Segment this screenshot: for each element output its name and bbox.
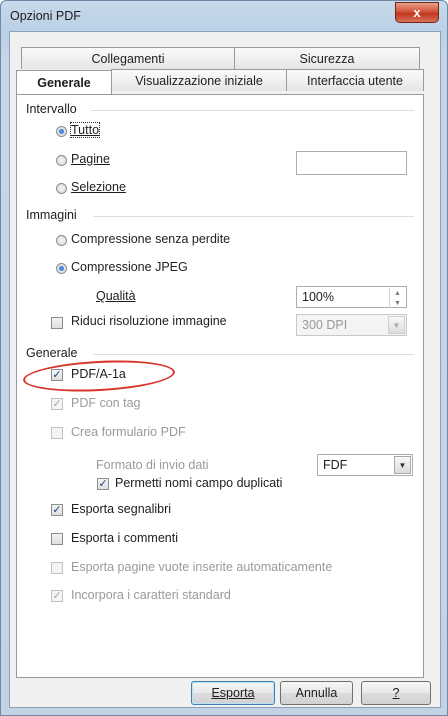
tab-sicurezza[interactable]: Sicurezza [234,47,420,69]
embed-fonts-label[interactable]: Incorpora i caratteri standard [71,588,231,602]
tab-label: Sicurezza [299,51,355,66]
tab-visualizzazione-iniziale[interactable]: Visualizzazione iniziale [111,69,287,91]
dup-names-label[interactable]: Permetti nomi campo duplicati [115,476,282,490]
radio-lossless-label[interactable]: Compressione senza perdite [71,232,230,246]
pages-input[interactable] [296,151,407,175]
create-form-label[interactable]: Crea formulario PDF [71,425,186,439]
close-icon: x [413,5,421,20]
export-bookmarks-label[interactable]: Esporta segnalibri [71,502,171,516]
export-comments-label[interactable]: Esporta i commenti [71,531,178,545]
embed-fonts-checkbox[interactable]: ✓ [51,590,63,602]
radio-jpeg[interactable] [56,263,67,274]
tab-generale[interactable]: Generale [16,70,112,94]
section-generale-header: Generale [26,346,78,360]
reduce-resolution-label[interactable]: Riduci risoluzione immagine [71,314,227,328]
radio-pagine-label[interactable]: Pagine [71,152,110,166]
dropdown-arrow-icon[interactable]: ▼ [394,456,411,474]
quality-spinbox[interactable]: 100% ▲ ▼ [296,286,407,308]
window-title: Opzioni PDF [10,9,81,23]
section-divider [93,216,414,217]
tab-label: Visualizzazione iniziale [135,73,263,88]
reduce-resolution-checkbox[interactable] [51,317,63,329]
submit-format-label: Formato di invio dati [96,458,209,472]
export-button-label: Esporta [211,686,255,700]
export-blank-pages-checkbox[interactable] [51,562,63,574]
tab-label: Generale [37,75,91,90]
export-blank-pages-label[interactable]: Esporta pagine vuote inserite automatica… [71,560,332,574]
create-form-checkbox[interactable] [51,427,63,439]
section-immagini-header: Immagini [26,208,77,222]
close-button[interactable]: x [395,2,439,23]
help-button[interactable]: ? [361,681,431,705]
tagged-pdf-checkbox[interactable]: ✓ [51,398,63,410]
section-divider [91,110,414,111]
export-button[interactable]: Esporta [191,681,275,705]
submit-format-value: FDF [323,458,348,472]
dpi-value: 300 DPI [302,318,348,332]
dpi-select[interactable]: 300 DPI ▼ [296,314,407,336]
radio-selezione[interactable] [56,183,67,194]
submit-format-select[interactable]: FDF ▼ [317,454,413,476]
export-bookmarks-checkbox[interactable]: ✓ [51,504,63,516]
cancel-button-label: Annulla [295,686,338,700]
export-comments-checkbox[interactable] [51,533,63,545]
radio-lossless[interactable] [56,235,67,246]
section-intervallo-header: Intervallo [26,102,77,116]
radio-selezione-label[interactable]: Selezione [71,180,126,194]
dup-names-checkbox[interactable]: ✓ [97,478,109,490]
title-bar: Opzioni PDF x [1,1,447,31]
tab-collegamenti[interactable]: Collegamenti [21,47,235,69]
cancel-button[interactable]: Annulla [280,681,353,705]
section-divider [93,354,414,355]
dropdown-arrow-icon[interactable]: ▼ [388,316,405,334]
radio-tutto[interactable] [56,126,67,137]
pdf-options-dialog: Opzioni PDF x Collegamenti Sicurezza Gen… [0,0,448,716]
radio-pagine[interactable] [56,155,67,166]
tab-interfaccia-utente[interactable]: Interfaccia utente [286,69,424,91]
quality-value: 100% [302,290,334,304]
tagged-pdf-label[interactable]: PDF con tag [71,396,140,410]
radio-jpeg-label[interactable]: Compressione JPEG [71,260,188,274]
quality-label: Qualità [96,289,136,303]
radio-tutto-label[interactable]: Tutto [69,122,101,138]
tab-label: Collegamenti [91,51,165,66]
tab-label: Interfaccia utente [307,73,403,88]
spin-arrows-icon[interactable]: ▲ ▼ [389,288,405,308]
help-button-label: ? [392,686,400,700]
